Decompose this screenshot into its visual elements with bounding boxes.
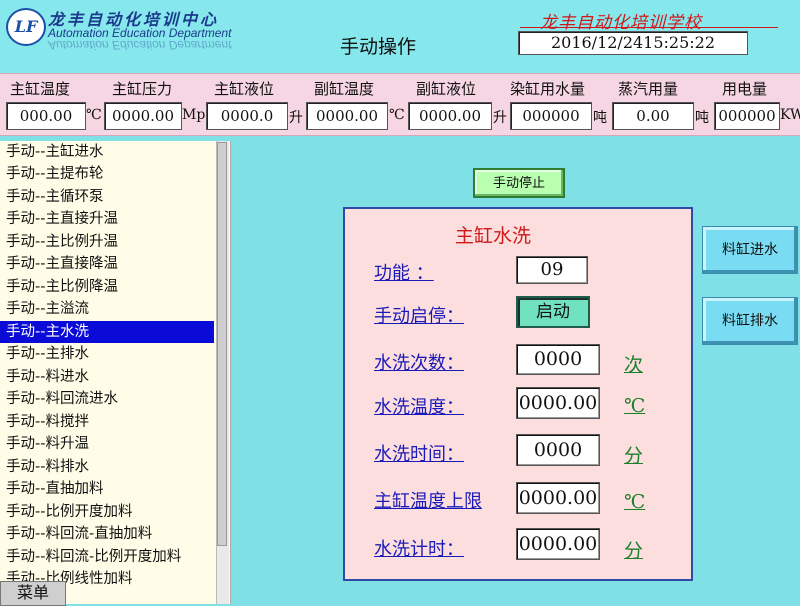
main-temp-limit-label: 主缸温度上限 (374, 491, 482, 512)
wash-time-unit: 分 (624, 445, 644, 467)
list-item[interactable]: 手动--料升温 (0, 433, 214, 455)
list-item[interactable]: 手动--直抽加料 (0, 478, 214, 500)
param-value-aux-temp: 0000.00 (306, 102, 388, 130)
list-item[interactable]: 手动--主直接升温 (0, 208, 214, 230)
function-value: 09 (516, 256, 588, 284)
param-value-main-pressure: 0000.00 (104, 102, 182, 130)
datetime-display: 2016/12/2415:25:22 (518, 31, 748, 55)
list-item[interactable]: 手动--料进水 (0, 366, 214, 388)
param-value-steam-usage: 0.00 (612, 102, 694, 130)
list-item[interactable]: 手动--主缸进水 (0, 141, 214, 163)
wash-count-unit: 次 (624, 354, 644, 376)
list-item[interactable]: 手动--比例开度加料 (0, 501, 214, 523)
param-unit-main-level: 升 (289, 110, 303, 126)
param-value-power-usage: 000000 (714, 102, 780, 130)
param-value-aux-level: 0000.00 (408, 102, 492, 130)
param-label-water-usage: 染缸用水量 (510, 80, 586, 98)
param-unit-main-temp: ℃ (86, 107, 102, 123)
school-name: 龙丰自动化培训学校 (540, 13, 702, 33)
start-stop-label: 手动启停： (374, 306, 464, 327)
main-temp-limit-unit: ℃ (624, 491, 646, 513)
wash-temp-unit: ℃ (624, 395, 646, 417)
wash-count-value[interactable]: 0000 (516, 344, 600, 375)
list-item[interactable]: 手动--主提布轮 (0, 163, 214, 185)
param-label-power-usage: 用电量 (722, 80, 768, 98)
wash-timer-value: 0000.00 (516, 528, 600, 560)
wash-time-label: 水洗时间： (374, 444, 464, 465)
param-label-aux-level: 副缸液位 (416, 80, 477, 98)
param-value-main-level: 0000.0 (206, 102, 288, 130)
list-item[interactable]: 手动--料回流-直抽加料 (0, 523, 214, 545)
param-value-main-temp: 000.00 (6, 102, 86, 130)
manual-stop-button[interactable]: 手动停止 (473, 168, 565, 198)
list-item[interactable]: 手动--料搅拌 (0, 411, 214, 433)
param-value-water-usage: 000000 (510, 102, 592, 130)
list-item[interactable]: 手动--主排水 (0, 343, 214, 365)
school-name-underline (520, 27, 778, 28)
feed-tank-drain-button[interactable]: 料缸排水 (702, 297, 798, 345)
param-label-main-pressure: 主缸压力 (112, 80, 173, 98)
wash-count-label: 水洗次数： (374, 353, 464, 374)
param-label-main-temp: 主缸温度 (10, 80, 71, 98)
list-item[interactable]: 手动--主直接降温 (0, 253, 214, 275)
function-label: 功能 ： (374, 263, 434, 284)
start-button[interactable]: 启动 (516, 296, 590, 328)
wash-timer-label: 水洗计时： (374, 539, 464, 560)
param-unit-steam-usage: 吨 (695, 110, 709, 126)
list-item[interactable]: 手动--料排水 (0, 456, 214, 478)
param-label-main-level: 主缸液位 (214, 80, 275, 98)
param-label-steam-usage: 蒸汽用量 (618, 80, 679, 98)
list-item-selected[interactable]: 手动--主水洗 (0, 321, 214, 343)
wash-temp-value[interactable]: 0000.00 (516, 387, 600, 419)
param-unit-water-usage: 吨 (593, 110, 607, 126)
param-unit-aux-level: 升 (493, 110, 507, 126)
param-unit-power-usage: KW (780, 107, 800, 123)
wash-time-value[interactable]: 0000 (516, 434, 600, 466)
wash-timer-unit: 分 (624, 540, 644, 562)
menu-button[interactable]: 菜单 (0, 581, 66, 606)
param-unit-aux-temp: ℃ (389, 107, 405, 123)
panel-title: 主缸水洗 (455, 225, 532, 247)
param-label-aux-temp: 副缸温度 (314, 80, 375, 98)
list-item[interactable]: 手动--料回流-比例开度加料 (0, 546, 214, 568)
list-item[interactable]: 手动--主比例升温 (0, 231, 214, 253)
list-scrollbar-thumb[interactable] (217, 142, 227, 546)
manual-operation-list: 手动--主缸进水 手动--主提布轮 手动--主循环泵 手动--主直接升温 手动-… (0, 141, 231, 604)
wash-temp-label: 水洗温度： (374, 397, 464, 418)
parameter-strip: 主缸温度 主缸压力 主缸液位 副缸温度 副缸液位 染缸用水量 蒸汽用量 用电量 … (0, 73, 800, 136)
list-item[interactable]: 手动--料回流进水 (0, 388, 214, 410)
main-temp-limit-value[interactable]: 0000.00 (516, 482, 600, 514)
list-item[interactable]: 手动--主循环泵 (0, 186, 214, 208)
list-item[interactable]: 手动--主溢流 (0, 298, 214, 320)
page-title: 手动操作 (340, 36, 417, 58)
list-item[interactable]: 手动--主比例降温 (0, 276, 214, 298)
logo-reflection: Automation Education Department (48, 38, 232, 52)
feed-tank-inlet-button[interactable]: 料缸进水 (702, 226, 798, 274)
logo-icon: LF (6, 8, 46, 46)
